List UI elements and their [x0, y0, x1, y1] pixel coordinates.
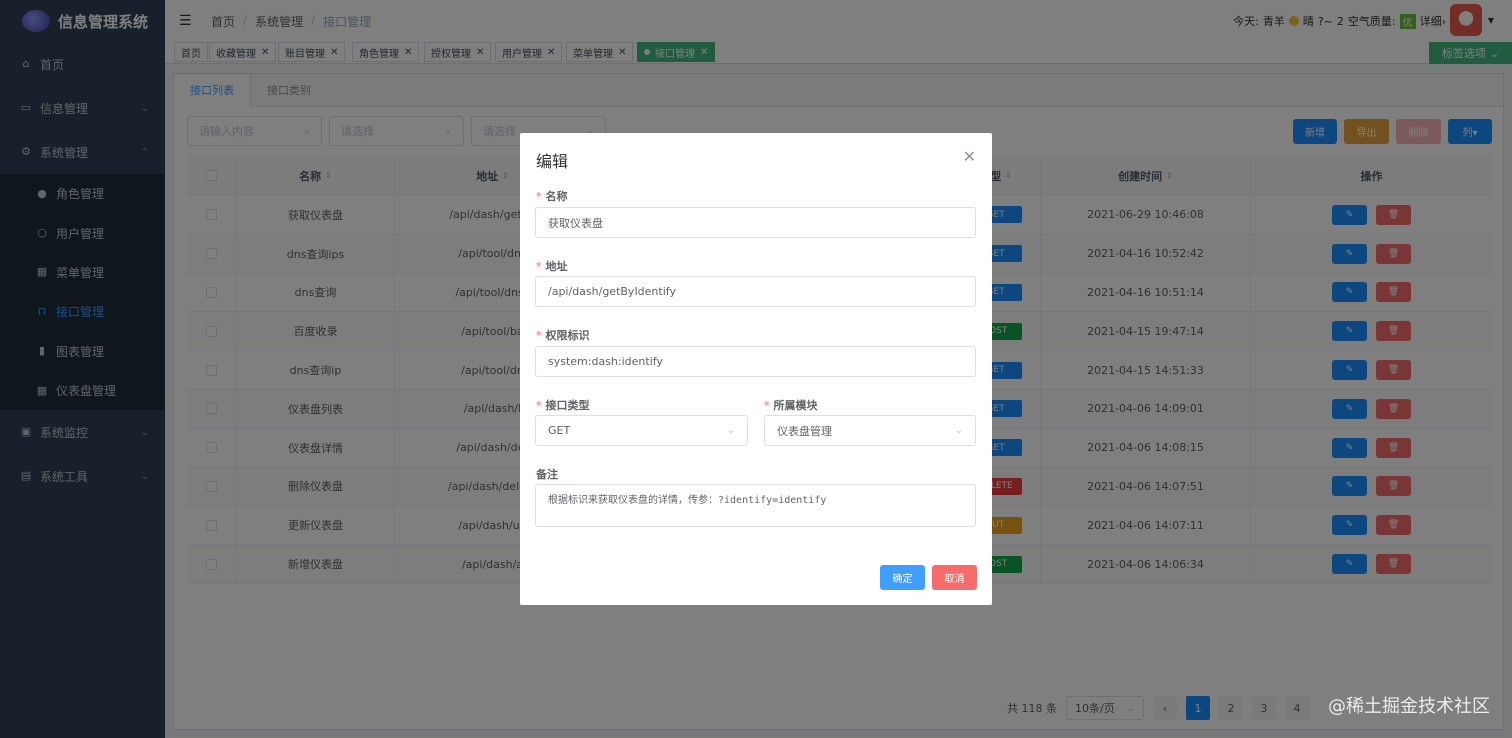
chevron-down-icon: ⌄: [726, 425, 735, 436]
permission-field[interactable]: system:dash:identify: [535, 346, 976, 377]
close-icon[interactable]: ✕: [963, 147, 976, 166]
watermark: @稀土掘金技术社区: [1328, 696, 1490, 717]
permission-value: system:dash:identify: [548, 355, 663, 368]
module-label: * 所属模块: [764, 397, 818, 413]
name-value: 获取仪表盘: [548, 216, 603, 230]
dialog-title: 编辑: [536, 152, 569, 171]
path-label: * 地址: [536, 258, 568, 274]
chevron-down-icon: ⌄: [954, 425, 963, 436]
type-value: GET: [548, 424, 571, 437]
module-value: 仪表盘管理: [777, 424, 832, 438]
type-label: * 接口类型: [536, 397, 590, 413]
remark-label: 备注: [536, 466, 558, 482]
type-select[interactable]: GET ⌄: [535, 415, 748, 446]
name-label-text: 名称: [545, 190, 568, 203]
path-field[interactable]: /api/dash/getByIdentify: [535, 276, 976, 307]
perm-label-text: 权限标识: [545, 329, 590, 342]
module-select[interactable]: 仪表盘管理 ⌄: [764, 415, 976, 446]
module-label-text: 所属模块: [773, 399, 818, 412]
required-mark: *: [536, 399, 542, 412]
required-mark: *: [536, 260, 542, 273]
required-mark: *: [536, 190, 542, 203]
edit-dialog: 编辑 ✕ * 名称 获取仪表盘 * 地址 /api/dash/getByIdenti…: [520, 133, 992, 605]
name-label: * 名称: [536, 188, 568, 204]
remark-label-text: 备注: [536, 468, 558, 481]
required-mark: *: [764, 399, 770, 412]
confirm-button[interactable]: 确定: [880, 565, 925, 590]
required-mark: *: [536, 329, 542, 342]
perm-label: * 权限标识: [536, 327, 590, 343]
remark-textarea[interactable]: 根据标识来获取仪表盘的详情，传参：?identify=identify: [535, 484, 976, 527]
path-label-text: 地址: [545, 260, 568, 273]
path-value: /api/dash/getByIdentify: [548, 285, 676, 298]
type-label-text: 接口类型: [545, 399, 590, 412]
cancel-button[interactable]: 取消: [932, 565, 977, 590]
name-field[interactable]: 获取仪表盘: [535, 207, 976, 238]
